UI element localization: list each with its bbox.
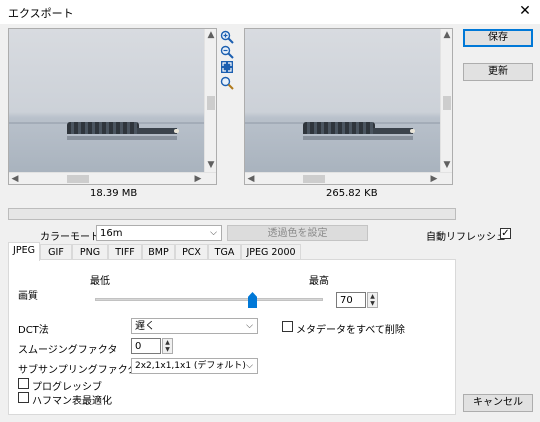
scroll-right-icon[interactable]: ▶ [428, 173, 440, 185]
color-mode-select[interactable]: 16m ⌵ [96, 225, 222, 241]
slider-thumb[interactable] [248, 292, 257, 308]
quality-slider[interactable] [95, 290, 323, 308]
smoothing-value-field[interactable]: 0 [131, 338, 161, 354]
chevron-down-icon: ⌵ [246, 361, 253, 371]
tab-jpeg[interactable]: JPEG [8, 242, 40, 261]
chevron-down-icon: ⌵ [210, 228, 217, 238]
export-preview[interactable]: ▲ ▼ ◀ ▶ [244, 28, 453, 185]
quality-label: 画質 [18, 291, 38, 302]
original-vertical-scrollbar[interactable]: ▲ ▼ [204, 29, 216, 172]
slider-track [95, 298, 323, 301]
tab-gif[interactable]: GIF [40, 244, 72, 260]
remove-metadata-checkbox[interactable] [282, 321, 293, 332]
scroll-up-icon[interactable]: ▲ [441, 29, 453, 41]
tab-png[interactable]: PNG [72, 244, 108, 260]
window-title: エクスポート [8, 7, 74, 20]
tab-tiff[interactable]: TIFF [108, 244, 142, 260]
scroll-down-icon[interactable]: ▼ [441, 159, 453, 171]
scroll-right-icon[interactable]: ▶ [192, 173, 204, 185]
save-button[interactable]: 保存 [463, 29, 533, 47]
scroll-down-icon[interactable]: ▼ [205, 159, 217, 171]
smoothing-label: スムージングファクタ [18, 345, 118, 356]
auto-refresh-label: 自動リフレッシュ [426, 232, 506, 243]
scrollbar-thumb[interactable] [207, 96, 215, 110]
scrollbar-thumb[interactable] [443, 96, 451, 110]
export-vertical-scrollbar[interactable]: ▲ ▼ [440, 29, 452, 172]
subsampling-value: 2x2,1x1,1x1 (デフォルト) [135, 361, 246, 371]
subsampling-select[interactable]: 2x2,1x1,1x1 (デフォルト) ⌵ [131, 358, 258, 374]
original-size-label: 18.39 MB [90, 188, 138, 199]
cancel-button[interactable]: キャンセル [463, 394, 533, 412]
zoom-in-icon[interactable] [220, 30, 234, 44]
original-image [9, 29, 204, 172]
quality-value-field[interactable]: 70 [336, 292, 366, 308]
refresh-button[interactable]: 更新 [463, 63, 533, 81]
progressive-label: プログレッシブ [32, 382, 102, 393]
dct-label: DCT法 [18, 325, 49, 336]
quality-max-label: 最高 [309, 276, 329, 287]
subsampling-label: サブサンプリングファクタ [18, 365, 138, 376]
dct-select[interactable]: 遅く ⌵ [131, 318, 258, 334]
tab-pcx[interactable]: PCX [175, 244, 208, 260]
scroll-left-icon[interactable]: ◀ [245, 173, 257, 185]
scrollbar-thumb[interactable] [67, 175, 89, 183]
huffman-optimize-checkbox[interactable] [18, 392, 29, 403]
quality-stepper[interactable]: ▲ ▼ [367, 292, 378, 308]
stepper-down-icon[interactable]: ▼ [163, 346, 172, 353]
tab-bmp[interactable]: BMP [142, 244, 175, 260]
close-icon[interactable]: ✕ [516, 2, 534, 20]
chevron-down-icon: ⌵ [246, 321, 253, 331]
export-horizontal-scrollbar[interactable]: ◀ ▶ [245, 172, 452, 184]
export-image [245, 29, 440, 172]
stepper-down-icon[interactable]: ▼ [368, 300, 377, 307]
huffman-optimize-label: ハフマン表最適化 [32, 396, 112, 407]
scroll-up-icon[interactable]: ▲ [205, 29, 217, 41]
original-preview[interactable]: ▲ ▼ ◀ ▶ [8, 28, 217, 185]
scrollbar-thumb[interactable] [303, 175, 325, 183]
auto-refresh-checkbox[interactable]: ✓ [500, 228, 511, 239]
remove-metadata-label: メタデータをすべて削除 [296, 325, 405, 336]
fit-icon[interactable] [220, 60, 234, 74]
zoom-out-icon[interactable] [220, 45, 234, 59]
dct-value: 遅く [135, 321, 155, 332]
color-mode-value: 16m [100, 228, 123, 239]
stepper-up-icon[interactable]: ▲ [368, 293, 377, 300]
progressive-checkbox[interactable] [18, 378, 29, 389]
quality-min-label: 最低 [90, 276, 110, 287]
progress-bar [8, 208, 456, 220]
tab-jpeg2000[interactable]: JPEG 2000 [241, 244, 301, 260]
color-mode-label: カラーモード [40, 232, 100, 243]
scroll-left-icon[interactable]: ◀ [9, 173, 21, 185]
export-size-label: 265.82 KB [326, 188, 378, 199]
stepper-up-icon[interactable]: ▲ [163, 339, 172, 346]
set-transparent-color-button[interactable]: 透過色を設定 [227, 225, 368, 241]
tab-tga[interactable]: TGA [208, 244, 241, 260]
title-bar [0, 0, 540, 24]
actual-size-icon[interactable] [220, 76, 234, 90]
smoothing-stepper[interactable]: ▲ ▼ [162, 338, 173, 354]
original-horizontal-scrollbar[interactable]: ◀ ▶ [9, 172, 216, 184]
